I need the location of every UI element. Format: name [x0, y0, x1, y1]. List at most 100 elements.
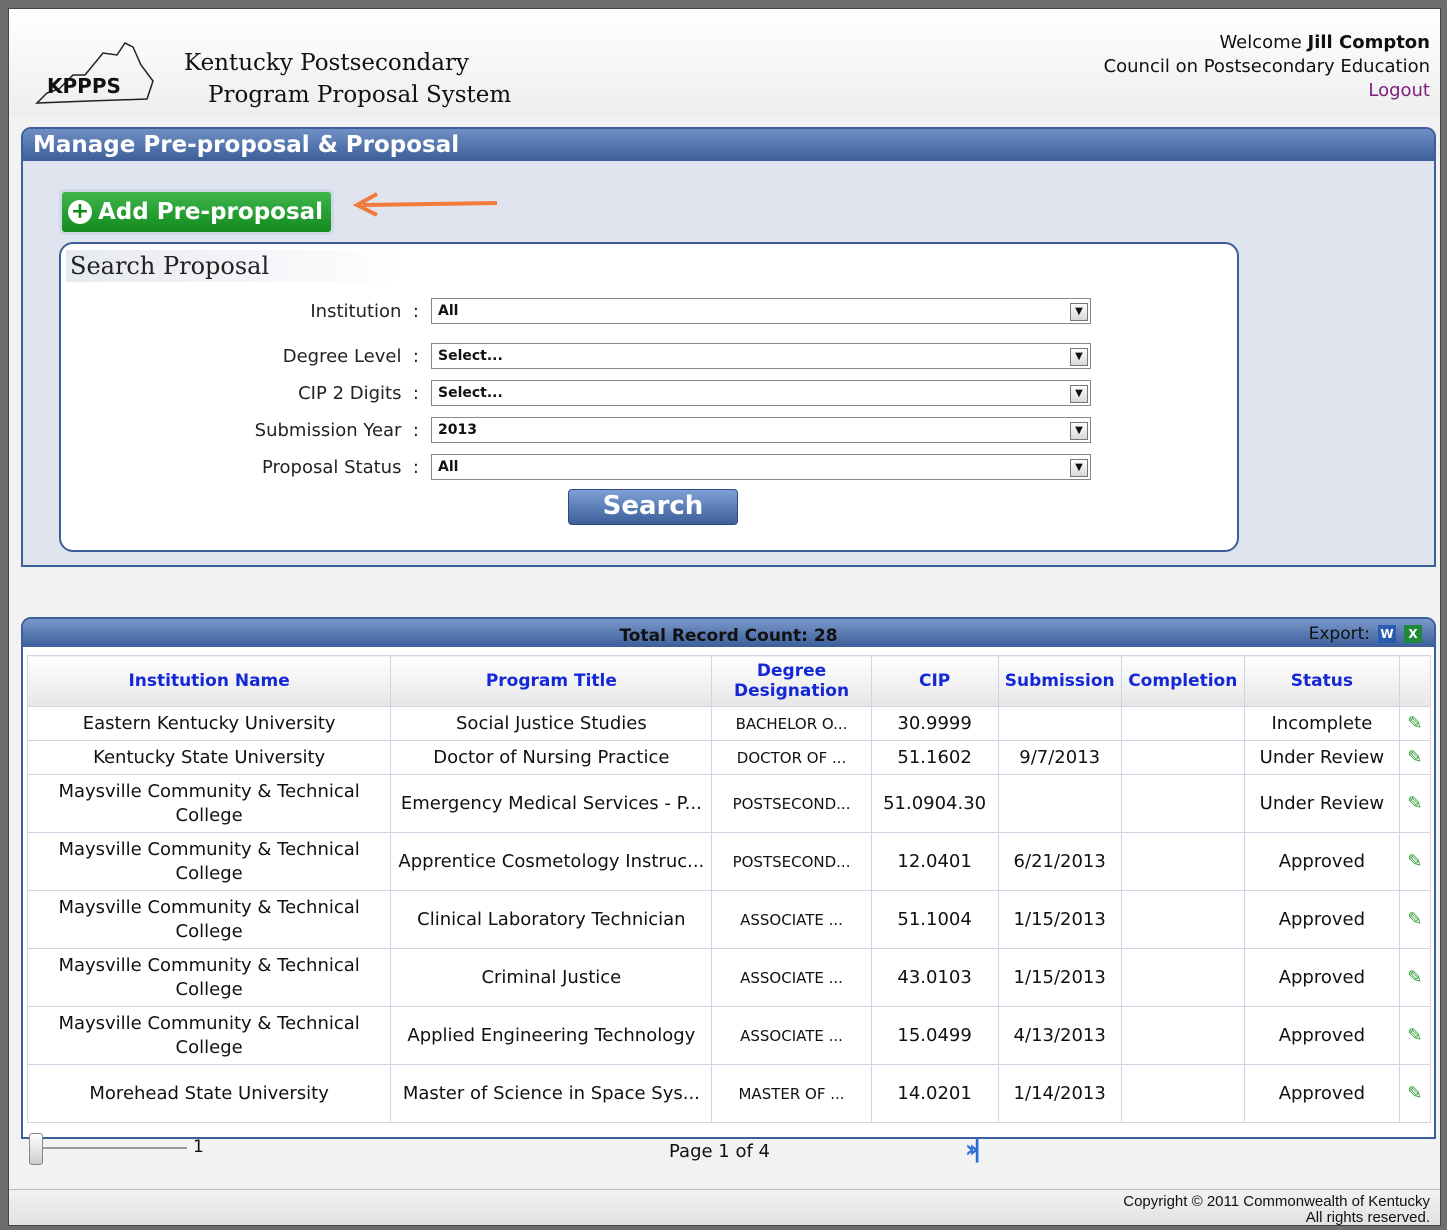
cell-institution: Eastern Kentucky University	[26, 706, 392, 741]
chevron-down-icon[interactable]: ▼	[1070, 459, 1088, 477]
cell-degree: DOCTOR OF ...	[711, 740, 872, 775]
cell-completion	[1120, 1064, 1245, 1123]
cell-program: Apprentice Cosmetology Instruc...	[390, 832, 713, 891]
pencil-icon[interactable]: ✎	[1407, 909, 1422, 930]
cell-degree: ASSOCIATE ...	[711, 890, 872, 949]
page-info: Page 1 of 4	[669, 1141, 770, 1162]
add-pre-proposal-button[interactable]: + Add Pre-proposal	[59, 189, 335, 235]
cell-submission: 1/14/2013	[997, 1064, 1122, 1123]
app-title-line2: Program Proposal System	[208, 82, 512, 108]
column-header-institution[interactable]: Institution Name	[26, 655, 392, 707]
column-header-completion[interactable]: Completion	[1120, 655, 1245, 707]
export-controls: Export: W X	[1309, 624, 1422, 644]
table-row[interactable]: Maysville Community & Technical College …	[26, 774, 1432, 833]
edit-cell: ✎	[1398, 706, 1432, 741]
column-header-status[interactable]: Status	[1243, 655, 1400, 707]
cell-degree: MASTER OF ...	[711, 1064, 872, 1123]
cip-label: CIP 2 Digits	[298, 383, 402, 404]
logout-link[interactable]: Logout	[1104, 79, 1430, 103]
cell-institution: Maysville Community & Technical College	[26, 948, 392, 1007]
record-count: Total Record Count: 28	[619, 626, 838, 646]
pencil-icon[interactable]: ✎	[1407, 1083, 1422, 1104]
cell-completion	[1120, 774, 1245, 833]
cell-program: Social Justice Studies	[390, 706, 713, 741]
cell-institution: Maysville Community & Technical College	[26, 774, 392, 833]
cell-submission: 9/7/2013	[997, 740, 1122, 775]
excel-export-icon[interactable]: X	[1404, 625, 1422, 643]
cell-completion	[1120, 740, 1245, 775]
table-row[interactable]: Kentucky State University Doctor of Nurs…	[26, 740, 1432, 775]
edit-cell: ✎	[1398, 1064, 1432, 1123]
pencil-icon[interactable]: ✎	[1407, 713, 1422, 734]
chevron-down-icon[interactable]: ▼	[1070, 385, 1088, 403]
degree-level-value: Select...	[438, 348, 503, 364]
cell-degree: POSTSECOND...	[711, 832, 872, 891]
pencil-icon[interactable]: ✎	[1407, 793, 1422, 814]
cell-submission: 4/13/2013	[997, 1006, 1122, 1065]
logo-text: KPPPS	[47, 74, 121, 98]
page-slider-handle[interactable]	[29, 1133, 43, 1165]
degree-level-select[interactable]: Select... ▼	[431, 343, 1091, 369]
grid-header-bar: Total Record Count: 28 Export: W X	[23, 619, 1434, 647]
pencil-icon[interactable]: ✎	[1407, 747, 1422, 768]
column-header-cip[interactable]: CIP	[870, 655, 999, 707]
table-row[interactable]: Maysville Community & Technical College …	[26, 832, 1432, 891]
institution-select[interactable]: All ▼	[431, 298, 1091, 324]
pencil-icon[interactable]: ✎	[1407, 851, 1422, 872]
search-button[interactable]: Search	[568, 489, 738, 525]
cell-institution: Morehead State University	[26, 1064, 392, 1123]
search-proposal-title: Search Proposal	[66, 250, 404, 282]
copyright-line1: Copyright © 2011 Commonwealth of Kentuck…	[1123, 1193, 1430, 1210]
table-row[interactable]: Morehead State University Master of Scie…	[26, 1064, 1432, 1123]
cell-cip: 51.0904.30	[870, 774, 999, 833]
column-header-degree[interactable]: Degree Designation	[711, 655, 872, 707]
table-row[interactable]: Eastern Kentucky University Social Justi…	[26, 706, 1432, 741]
word-export-icon[interactable]: W	[1378, 625, 1396, 643]
copyright: Copyright © 2011 Commonwealth of Kentuck…	[1123, 1194, 1430, 1226]
pencil-icon[interactable]: ✎	[1407, 967, 1422, 988]
chevron-down-icon[interactable]: ▼	[1070, 348, 1088, 366]
cip-select[interactable]: Select... ▼	[431, 380, 1091, 406]
column-header-submission[interactable]: Submission	[997, 655, 1122, 707]
cell-cip: 51.1004	[870, 890, 999, 949]
proposal-status-select[interactable]: All ▼	[431, 454, 1091, 480]
cell-cip: 51.1602	[870, 740, 999, 775]
cell-degree: BACHELOR O...	[711, 706, 872, 741]
cell-program: Applied Engineering Technology	[390, 1006, 713, 1065]
proposal-table: Institution Name Program Title Degree De…	[26, 655, 1432, 1123]
chevron-down-icon[interactable]: ▼	[1070, 303, 1088, 321]
page-slider-track[interactable]	[37, 1147, 187, 1149]
edit-cell: ✎	[1398, 774, 1432, 833]
column-header-program[interactable]: Program Title	[390, 655, 713, 707]
field-separator: :	[412, 346, 419, 367]
field-separator: :	[412, 301, 419, 322]
cell-program: Criminal Justice	[390, 948, 713, 1007]
cell-program: Emergency Medical Services - P...	[390, 774, 713, 833]
page-slider-value: 1	[193, 1137, 204, 1157]
cell-status: Under Review	[1243, 774, 1400, 833]
cell-program: Doctor of Nursing Practice	[390, 740, 713, 775]
cell-status: Approved	[1243, 890, 1400, 949]
pager: 1 Page 1 of 4 ››|	[21, 1133, 1436, 1173]
cell-status: Approved	[1243, 1006, 1400, 1065]
cell-degree: ASSOCIATE ...	[711, 1006, 872, 1065]
header: KPPPS Kentucky Postsecondary Program Pro…	[9, 9, 1440, 117]
table-row[interactable]: Maysville Community & Technical College …	[26, 1006, 1432, 1065]
cell-cip: 43.0103	[870, 948, 999, 1007]
cip-value: Select...	[438, 385, 503, 401]
cell-submission: 6/21/2013	[997, 832, 1122, 891]
plus-icon: +	[68, 200, 92, 224]
cell-completion	[1120, 948, 1245, 1007]
next-last-page-icon[interactable]: ››|	[965, 1135, 981, 1163]
institution-value: All	[438, 303, 459, 319]
chevron-down-icon[interactable]: ▼	[1070, 422, 1088, 440]
table-row[interactable]: Maysville Community & Technical College …	[26, 890, 1432, 949]
pencil-icon[interactable]: ✎	[1407, 1025, 1422, 1046]
export-label: Export:	[1308, 624, 1370, 644]
edit-cell: ✎	[1398, 740, 1432, 775]
manage-panel: Manage Pre-proposal & Proposal + Add Pre…	[21, 127, 1436, 567]
table-row[interactable]: Maysville Community & Technical College …	[26, 948, 1432, 1007]
table-header-row: Institution Name Program Title Degree De…	[26, 655, 1432, 707]
cell-program: Clinical Laboratory Technician	[390, 890, 713, 949]
submission-year-select[interactable]: 2013 ▼	[431, 417, 1091, 443]
